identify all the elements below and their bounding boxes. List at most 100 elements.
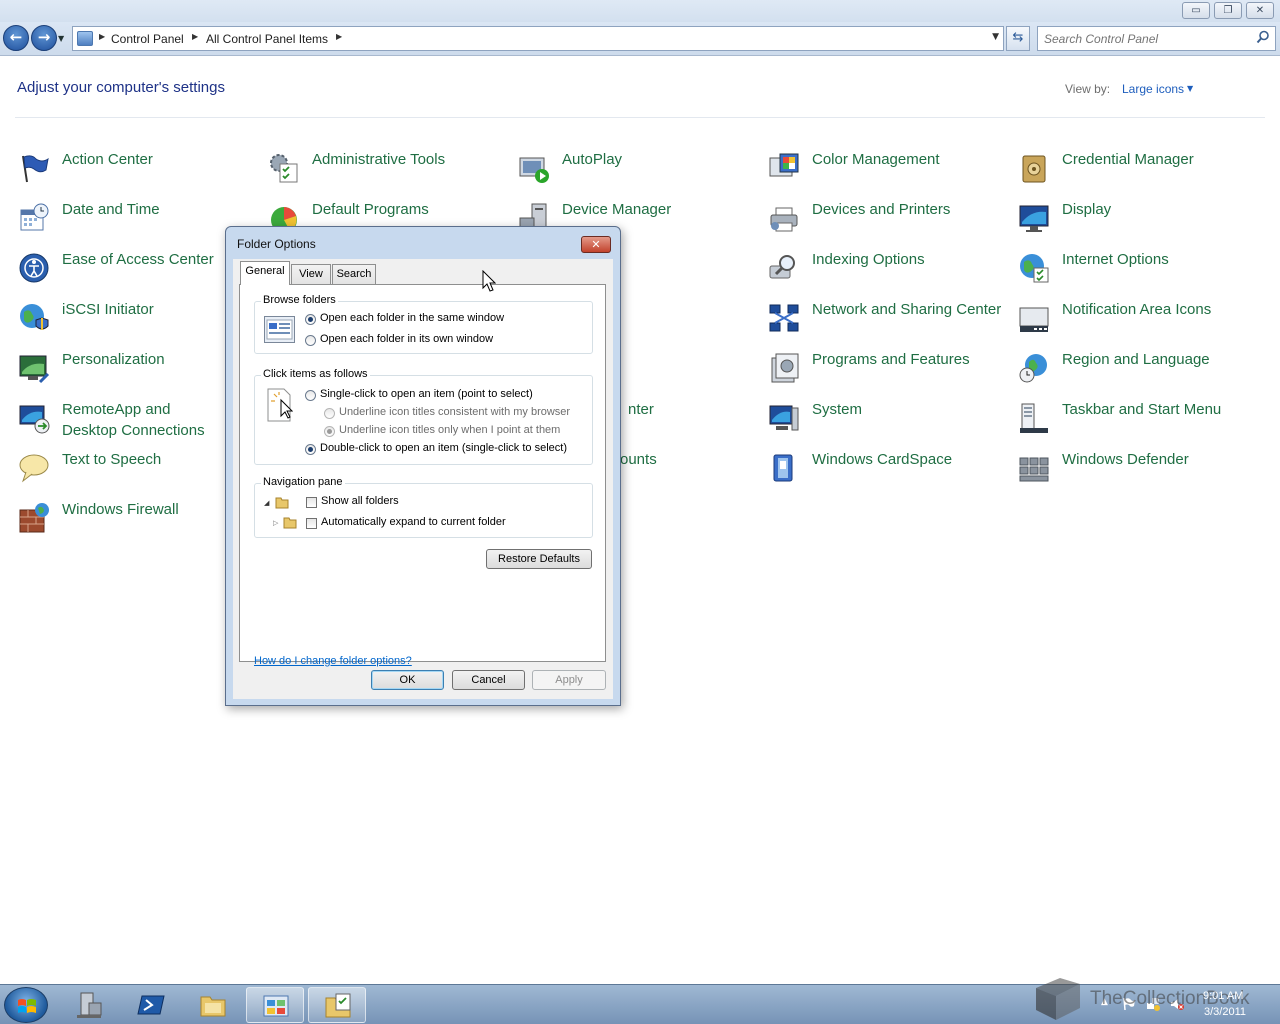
item-windows-cardspace[interactable]: Windows CardSpace <box>768 446 1008 490</box>
recent-pages-dropdown-icon[interactable]: ▼ <box>58 34 68 44</box>
item-region-and-language[interactable]: Region and Language <box>1018 346 1258 390</box>
item-indexing-options[interactable]: Indexing Options <box>768 246 1008 290</box>
radio-underline-point[interactable] <box>324 426 335 437</box>
item-label[interactable]: Taskbar and Start Menu <box>1062 399 1221 420</box>
option-same-window[interactable]: Open each folder in the same window <box>320 312 504 324</box>
item-label[interactable]: Notification Area Icons <box>1062 299 1211 320</box>
item-display[interactable]: Display <box>1018 196 1258 240</box>
item-label[interactable]: Personalization <box>62 349 165 370</box>
restore-button[interactable]: ❐ <box>1214 2 1242 19</box>
item-label[interactable]: Windows Firewall <box>62 499 179 520</box>
item-label[interactable]: RemoteApp and Desktop Connections <box>62 399 228 441</box>
item-label[interactable]: nter <box>628 399 654 420</box>
breadcrumb-separator-icon[interactable]: ▶ <box>192 32 198 41</box>
item-label[interactable]: Action Center <box>62 149 153 170</box>
view-by-dropdown[interactable]: Large icons <box>1122 82 1184 96</box>
taskbar-folder-options[interactable] <box>308 987 366 1023</box>
item-devices-and-printers[interactable]: Devices and Printers <box>768 196 1008 240</box>
item-label[interactable]: Programs and Features <box>812 349 970 370</box>
option-double-click[interactable]: Double-click to open an item (single-cli… <box>320 442 567 454</box>
search-box[interactable] <box>1037 26 1276 51</box>
clock-date[interactable]: 3/3/2011 <box>1204 1006 1246 1018</box>
tab-view[interactable]: View <box>291 264 331 284</box>
item-label[interactable]: Indexing Options <box>812 249 925 270</box>
item-label[interactable]: Credential Manager <box>1062 149 1194 170</box>
item-autoplay[interactable]: AutoPlay <box>518 146 748 190</box>
close-window-button[interactable]: ✕ <box>1246 2 1274 19</box>
item-label[interactable]: ounts <box>620 449 657 470</box>
back-button[interactable]: ← <box>3 25 29 51</box>
radio-double-click[interactable] <box>305 444 316 455</box>
dialog-close-button[interactable]: ✕ <box>581 236 611 253</box>
option-show-all-folders[interactable]: Show all folders <box>321 495 399 507</box>
item-system[interactable]: System <box>768 396 1008 440</box>
radio-own-window[interactable] <box>305 335 316 346</box>
item-notification-area-icons[interactable]: Notification Area Icons <box>1018 296 1258 340</box>
cancel-button[interactable]: Cancel <box>452 670 525 690</box>
item-label[interactable]: Text to Speech <box>62 449 161 470</box>
start-button[interactable] <box>4 987 48 1023</box>
item-network-and-sharing[interactable]: Network and Sharing Center <box>768 296 1008 340</box>
item-windows-defender[interactable]: Windows Defender <box>1018 446 1258 490</box>
address-bar[interactable]: ▶ Control Panel ▶ All Control Panel Item… <box>72 26 1004 51</box>
item-credential-manager[interactable]: Credential Manager <box>1018 146 1258 190</box>
option-underline-browser[interactable]: Underline icon titles consistent with my… <box>339 406 570 418</box>
item-text-to-speech[interactable]: Text to Speech <box>18 446 238 490</box>
radio-single-click[interactable] <box>305 390 316 401</box>
radio-underline-browser[interactable] <box>324 408 335 419</box>
ok-button[interactable]: OK <box>371 670 444 690</box>
option-auto-expand[interactable]: Automatically expand to current folder <box>321 516 506 528</box>
item-label[interactable]: Ease of Access Center <box>62 249 214 270</box>
taskbar-powershell[interactable] <box>122 987 180 1023</box>
option-own-window[interactable]: Open each folder in its own window <box>320 333 493 345</box>
tab-general[interactable]: General <box>240 261 290 285</box>
item-taskbar-and-start-menu[interactable]: Taskbar and Start Menu <box>1018 396 1258 440</box>
item-label[interactable]: Administrative Tools <box>312 149 445 170</box>
item-label[interactable]: Windows CardSpace <box>812 449 952 470</box>
help-link[interactable]: How do I change folder options? <box>254 655 412 667</box>
clock-time[interactable]: 9:01 AM <box>1203 990 1243 1002</box>
item-internet-options[interactable]: Internet Options <box>1018 246 1258 290</box>
address-dropdown-icon[interactable]: ▼ <box>992 32 999 42</box>
checkbox-show-all-folders[interactable] <box>306 497 317 508</box>
item-label[interactable]: Region and Language <box>1062 349 1210 370</box>
item-label[interactable]: iSCSI Initiator <box>62 299 154 320</box>
item-label[interactable]: Internet Options <box>1062 249 1169 270</box>
item-label[interactable]: AutoPlay <box>562 149 622 170</box>
item-label[interactable]: Color Management <box>812 149 940 170</box>
item-iscsi-initiator[interactable]: iSCSI Initiator <box>18 296 238 340</box>
search-icon[interactable] <box>1256 30 1270 44</box>
checkbox-auto-expand[interactable] <box>306 518 317 529</box>
item-label[interactable]: Devices and Printers <box>812 199 950 220</box>
breadcrumb-control-panel[interactable]: Control Panel <box>111 32 184 46</box>
item-date-and-time[interactable]: Date and Time <box>18 196 238 240</box>
option-underline-point[interactable]: Underline icon titles only when I point … <box>339 424 560 436</box>
refresh-button[interactable]: ⇆ <box>1006 26 1030 51</box>
tab-search[interactable]: Search <box>332 264 376 284</box>
item-administrative-tools[interactable]: Administrative Tools <box>268 146 498 190</box>
minimize-button[interactable]: ▭ <box>1182 2 1210 19</box>
item-programs-and-features[interactable]: Programs and Features <box>768 346 1008 390</box>
item-color-management[interactable]: Color Management <box>768 146 1008 190</box>
option-single-click[interactable]: Single-click to open an item (point to s… <box>320 388 533 400</box>
restore-defaults-button[interactable]: Restore Defaults <box>486 549 592 569</box>
item-label[interactable]: Date and Time <box>62 199 160 220</box>
item-label[interactable]: Default Programs <box>312 199 429 220</box>
item-label[interactable]: Device Manager <box>562 199 671 220</box>
taskbar-control-panel[interactable] <box>246 987 304 1023</box>
item-label[interactable]: Windows Defender <box>1062 449 1189 470</box>
breadcrumb-separator-icon[interactable]: ▶ <box>336 32 342 41</box>
item-personalization[interactable]: Personalization <box>18 346 238 390</box>
item-action-center[interactable]: Action Center <box>18 146 238 190</box>
item-windows-firewall[interactable]: Windows Firewall <box>18 496 238 540</box>
radio-same-window[interactable] <box>305 314 316 325</box>
breadcrumb-all-items[interactable]: All Control Panel Items <box>206 32 328 46</box>
chevron-down-icon[interactable]: ▼ <box>1187 84 1193 93</box>
forward-button[interactable]: → <box>31 25 57 51</box>
item-ease-of-access[interactable]: Ease of Access Center <box>18 246 238 290</box>
item-label[interactable]: Network and Sharing Center <box>812 299 1012 320</box>
breadcrumb-separator-icon[interactable]: ▶ <box>99 32 105 41</box>
item-label[interactable]: Display <box>1062 199 1111 220</box>
search-input[interactable] <box>1044 30 1249 47</box>
taskbar-explorer[interactable] <box>184 987 242 1023</box>
